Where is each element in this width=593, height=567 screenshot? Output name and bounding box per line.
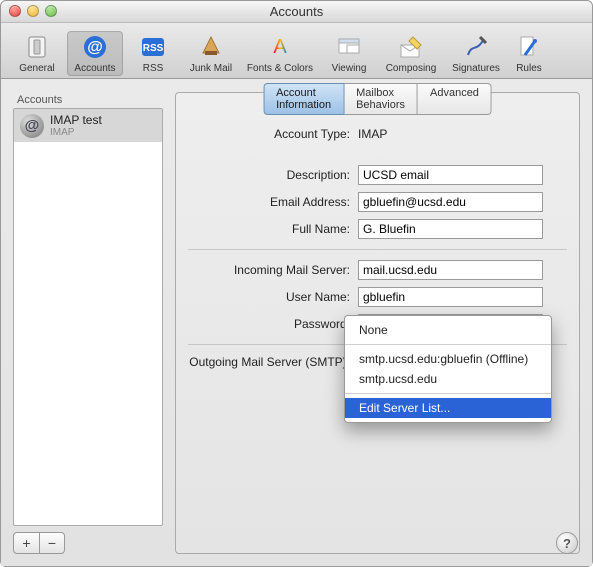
toolbar-signatures[interactable]: Signatures: [445, 31, 507, 76]
titlebar: Accounts: [1, 1, 592, 23]
toolbar-composing[interactable]: Composing: [379, 31, 443, 76]
compose-icon: [379, 31, 443, 63]
smtp-option-none[interactable]: None: [345, 320, 551, 340]
toolbar-label: Viewing: [321, 63, 377, 74]
tab-advanced[interactable]: Advanced: [418, 83, 492, 115]
row-email: Email Address:: [188, 192, 567, 212]
add-account-button[interactable]: +: [13, 532, 39, 554]
sidebar-header: Accounts: [13, 92, 163, 108]
account-row[interactable]: @ IMAP test IMAP: [14, 109, 162, 142]
label-description: Description:: [188, 168, 358, 182]
label-email: Email Address:: [188, 195, 358, 209]
window-controls: [9, 5, 57, 17]
label-incoming: Incoming Mail Server:: [188, 263, 358, 277]
toolbar-viewing[interactable]: Viewing: [321, 31, 377, 76]
row-account-type: Account Type: IMAP: [188, 127, 567, 141]
toolbar-label: Accounts: [67, 63, 123, 74]
label-fullname: Full Name:: [188, 222, 358, 236]
account-type: IMAP: [50, 127, 102, 138]
email-field[interactable]: [358, 192, 543, 212]
toolbar: General @ Accounts RSS RSS Junk Mail A F…: [1, 23, 592, 79]
label-account-type: Account Type:: [188, 127, 358, 141]
signature-icon: [445, 31, 507, 63]
fullname-field[interactable]: [358, 219, 543, 239]
row-fullname: Full Name:: [188, 219, 567, 239]
zoom-button[interactable]: [45, 5, 57, 17]
toolbar-label: RSS: [125, 63, 181, 74]
fonts-icon: A: [241, 31, 319, 63]
label-password: Password:: [188, 317, 358, 331]
toolbar-accounts[interactable]: @ Accounts: [67, 31, 123, 76]
label-smtp: Outgoing Mail Server (SMTP):: [188, 355, 358, 369]
window-title: Accounts: [1, 1, 592, 23]
account-name: IMAP test: [50, 113, 102, 127]
minimize-button[interactable]: [27, 5, 39, 17]
value-account-type: IMAP: [358, 127, 567, 141]
smtp-option-offline[interactable]: smtp.ucsd.edu:gbluefin (Offline): [345, 349, 551, 369]
at-icon: @: [20, 114, 44, 138]
smtp-edit-server-list[interactable]: Edit Server List...: [345, 398, 551, 418]
toolbar-rss[interactable]: RSS RSS: [125, 31, 181, 76]
toolbar-label: Rules: [509, 63, 549, 74]
toolbar-fonts[interactable]: A Fonts & Colors: [241, 31, 319, 76]
toolbar-label: General: [9, 63, 65, 74]
tab-mailbox-behaviors[interactable]: Mailbox Behaviors: [344, 83, 418, 115]
add-remove-controls: + −: [13, 532, 163, 554]
accounts-window: Accounts General @ Accounts RSS RSS Junk…: [0, 0, 593, 567]
help-button[interactable]: ?: [556, 532, 578, 554]
main-pane: Account Information Mailbox Behaviors Ad…: [175, 92, 580, 554]
menu-separator: [345, 344, 551, 345]
accounts-list[interactable]: @ IMAP test IMAP: [13, 108, 163, 526]
divider: [188, 249, 567, 250]
toolbar-rules[interactable]: Rules: [509, 31, 549, 76]
toolbar-label: Composing: [379, 63, 443, 74]
toolbar-general[interactable]: General: [9, 31, 65, 76]
smtp-popup-menu: None smtp.ucsd.edu:gbluefin (Offline) sm…: [344, 315, 552, 423]
svg-text:RSS: RSS: [143, 43, 164, 54]
username-field[interactable]: [358, 287, 543, 307]
description-field[interactable]: [358, 165, 543, 185]
row-incoming: Incoming Mail Server:: [188, 260, 567, 280]
at-icon: @: [67, 31, 123, 63]
incoming-server-field[interactable]: [358, 260, 543, 280]
label-user: User Name:: [188, 290, 358, 304]
toolbar-label: Fonts & Colors: [241, 63, 319, 74]
viewing-icon: [321, 31, 377, 63]
rss-icon: RSS: [125, 31, 181, 63]
close-button[interactable]: [9, 5, 21, 17]
body: Accounts @ IMAP test IMAP + − Account In…: [1, 80, 592, 566]
junk-icon: [183, 31, 239, 63]
remove-account-button[interactable]: −: [39, 532, 65, 554]
smtp-option-server[interactable]: smtp.ucsd.edu: [345, 369, 551, 389]
toolbar-junk[interactable]: Junk Mail: [183, 31, 239, 76]
tab-bar: Account Information Mailbox Behaviors Ad…: [263, 83, 492, 115]
switch-icon: [9, 31, 65, 63]
svg-text:A: A: [273, 36, 287, 58]
menu-separator: [345, 393, 551, 394]
tab-account-information[interactable]: Account Information: [263, 83, 344, 115]
svg-text:@: @: [87, 39, 103, 56]
toolbar-label: Signatures: [445, 63, 507, 74]
row-description: Description:: [188, 165, 567, 185]
toolbar-label: Junk Mail: [183, 63, 239, 74]
sidebar-wrap: Accounts @ IMAP test IMAP + −: [13, 92, 163, 554]
account-text: IMAP test IMAP: [50, 113, 102, 138]
rules-icon: [509, 31, 549, 63]
row-user: User Name:: [188, 287, 567, 307]
